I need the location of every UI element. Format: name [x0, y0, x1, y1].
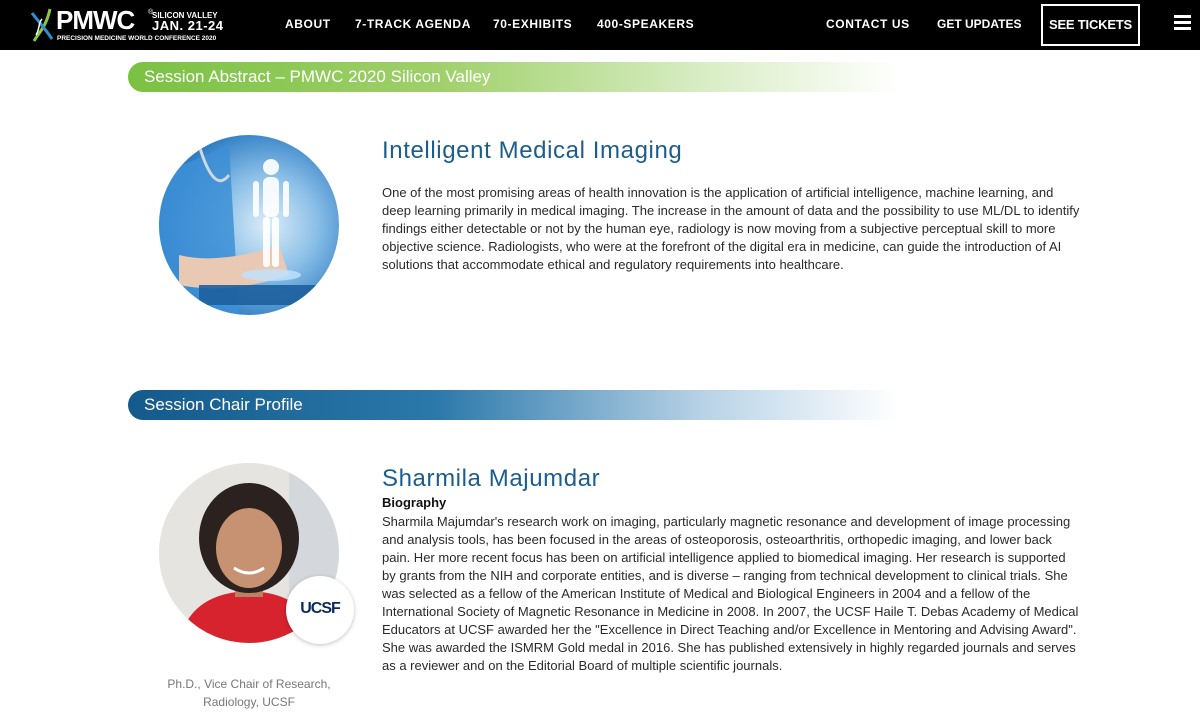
biography-label: Biography	[382, 495, 447, 510]
pmwc-logo[interactable]: PMWC ® SILICON VALLEY JAN. 21-24 PRECISI…	[30, 5, 230, 45]
chair-name: Sharmila Majumdar	[382, 465, 601, 492]
nav-link-exhibits[interactable]: 70-EXHIBITS	[493, 17, 572, 31]
session-abstract-heading: Session Abstract – PMWC 2020 Silicon Val…	[144, 67, 491, 86]
session-abstract-bar: Session Abstract – PMWC 2020 Silicon Val…	[128, 62, 898, 92]
abstract-text: One of the most promising areas of healt…	[382, 185, 1080, 272]
nav-link-updates[interactable]: GET UPDATES	[937, 17, 1021, 31]
hamburger-icon[interactable]	[1174, 15, 1191, 31]
dna-logo-icon	[30, 8, 54, 42]
session-chair-heading: Session Chair Profile	[144, 395, 303, 414]
nav-link-agenda[interactable]: 7-TRACK AGENDA	[355, 17, 471, 31]
ucsf-badge: UCSF	[286, 576, 354, 644]
chair-caption: Ph.D., Vice Chair of Research, Radiology…	[167, 677, 331, 709]
logo-subtitle: PRECISION MEDICINE WORLD CONFERENCE 2020	[57, 35, 217, 42]
chair-biography: Sharmila Majumdar's research work on ima…	[382, 514, 1079, 673]
see-tickets-label: SEE TICKETS	[1048, 17, 1133, 32]
nav-link-speakers[interactable]: 400-SPEAKERS	[597, 17, 694, 31]
nav-link-contact[interactable]: CONTACT US	[826, 17, 910, 31]
logo-brand: PMWC	[56, 5, 135, 35]
see-tickets-button[interactable]: SEE TICKETS	[1041, 4, 1140, 46]
nav-link-about[interactable]: ABOUT	[285, 17, 331, 31]
logo-dates: JAN. 21-24	[152, 18, 224, 33]
medical-imaging-image	[159, 135, 339, 315]
session-chair-bar: Session Chair Profile	[128, 390, 898, 420]
abstract-title: Intelligent Medical Imaging	[382, 137, 683, 164]
top-navigation: PMWC ® SILICON VALLEY JAN. 21-24 PRECISI…	[0, 0, 1200, 50]
ucsf-badge-label: UCSF	[300, 600, 341, 617]
medical-imaging-illustration	[159, 144, 319, 315]
